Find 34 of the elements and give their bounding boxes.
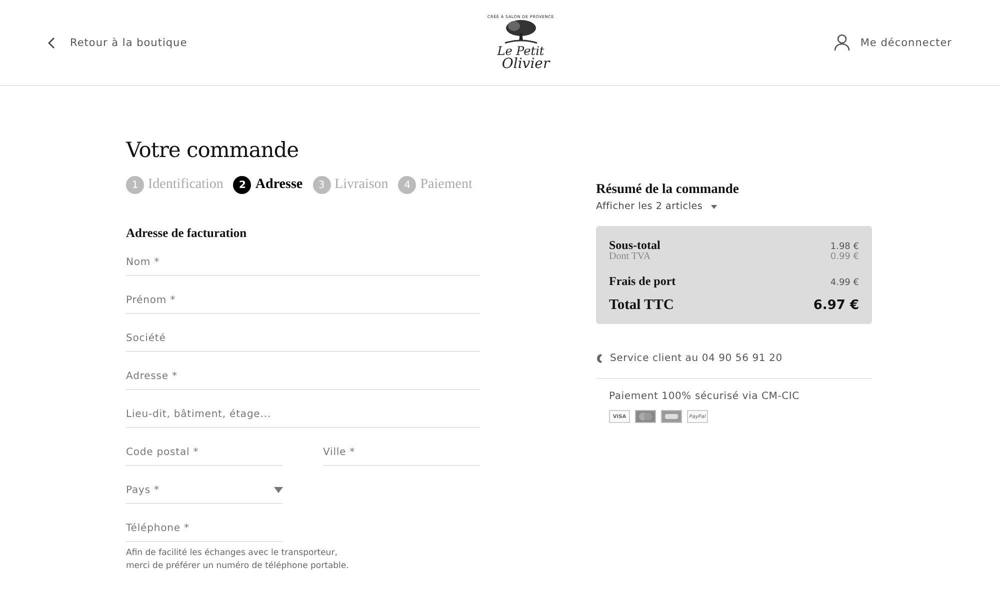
total-amount: 6.97 € — [813, 298, 859, 313]
dropdown-arrow-icon — [274, 487, 283, 493]
checkout-step[interactable]: 2 Adresse — [233, 176, 303, 194]
card-logo-icon — [661, 410, 682, 423]
phone-field[interactable]: Téléphone * — [126, 515, 283, 542]
total-amount: 1.98 € — [830, 242, 859, 252]
input-field[interactable]: Nom * — [126, 249, 480, 276]
total-label: Sous-total — [609, 238, 660, 252]
caret-icon — [710, 204, 717, 208]
total-amount: 0.99 € — [830, 252, 859, 262]
user-icon — [834, 34, 850, 51]
logout-link[interactable]: Me déconnecter — [834, 34, 952, 51]
input-field[interactable]: Lieu-dit, bâtiment, étage... — [126, 401, 480, 428]
total-amount: 4.99 € — [830, 278, 859, 288]
phone-icon — [596, 353, 603, 364]
show-articles-toggle[interactable]: Afficher les 2 articles — [596, 201, 717, 212]
back-link[interactable]: Retour à la boutique — [48, 36, 188, 48]
payment-security-text: Paiement 100% sécurisé via CM-CIC — [609, 391, 800, 402]
input-field[interactable]: Ville * — [323, 439, 480, 466]
customer-service-text: Service client au 04 90 56 91 20 — [610, 353, 782, 364]
total-label: Frais de port — [609, 274, 676, 289]
total-label: Total TTC — [609, 297, 674, 314]
country-select[interactable]: Pays * — [126, 477, 283, 504]
input-field[interactable]: Code postal * — [126, 439, 283, 466]
chevron-left-icon — [48, 36, 56, 48]
card-logo-icon — [635, 410, 656, 423]
summary-heading: Résumé de la commande — [596, 181, 740, 197]
page-title: Votre commande — [126, 138, 300, 162]
total-label: Dont TVA — [609, 251, 651, 262]
input-field[interactable]: Société — [126, 325, 480, 352]
input-field[interactable]: Adresse * — [126, 363, 480, 390]
help-text: Afin de facilité les échanges avec le transporteur, merci de préférer un numéro de téléphone portable. — [126, 547, 350, 573]
input-field[interactable]: Prénom * — [126, 287, 480, 314]
section-heading: Adresse de facturation — [126, 226, 248, 241]
